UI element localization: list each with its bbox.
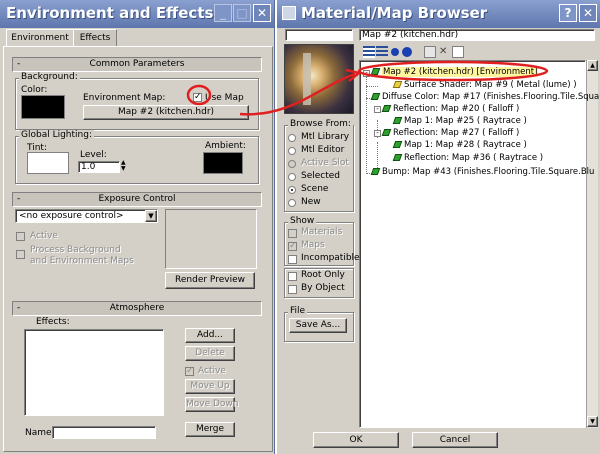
- annotation-ellipse-tree-item: [357, 60, 549, 82]
- annotation-arrow: [239, 72, 356, 116]
- annotation-circle-use-map: [186, 84, 212, 106]
- annotation-overlay: [186, 60, 549, 116]
